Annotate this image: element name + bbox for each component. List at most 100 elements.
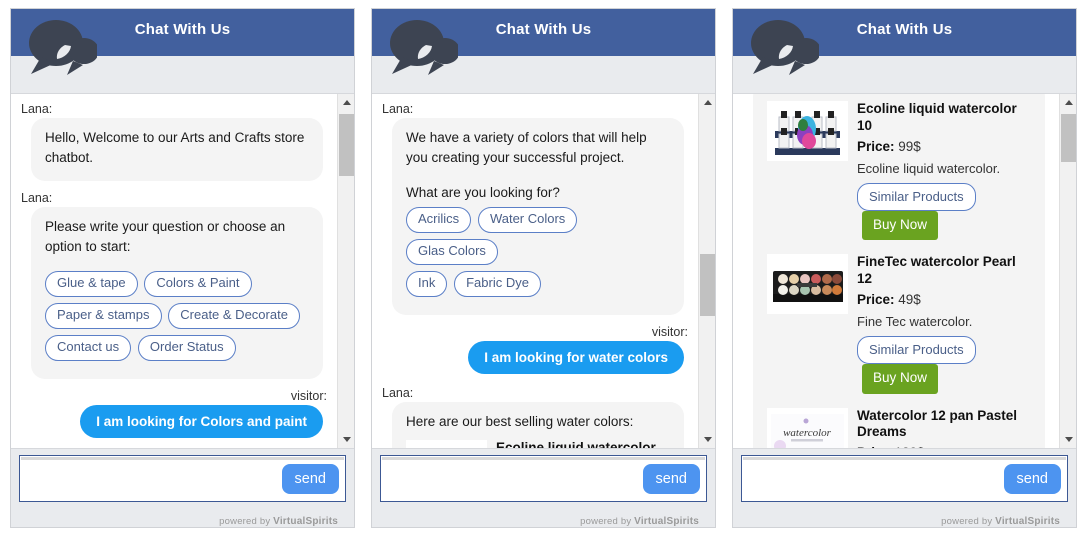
composer: send powered by VirtualSpirits — [733, 449, 1076, 527]
chat-body: Ecoline liquid watercolor 10 Price: 99$ … — [733, 93, 1076, 449]
option-glue-tape[interactable]: Glue & tape — [45, 271, 138, 297]
screenshot-stage: Chat With Us Lana: Hello, Welcome to our… — [0, 0, 1083, 539]
scroll-down-arrow-icon[interactable] — [699, 431, 715, 448]
ink-bottles-photo — [767, 101, 848, 161]
buy-now-button[interactable]: Buy Now — [862, 211, 939, 241]
chat-header: Chat With Us — [733, 9, 1076, 56]
option-glas-colors[interactable]: Glas Colors — [406, 238, 498, 265]
option-water-colors[interactable]: Water Colors — [477, 206, 578, 233]
header-subbar — [11, 56, 354, 93]
option-contact-us[interactable]: Contact us — [45, 334, 132, 361]
brand-name: VirtualSpirits — [995, 516, 1060, 527]
bot-message-text: Please write your question or choose an … — [45, 218, 286, 254]
visitor-message: I am looking for Colors and paint — [80, 404, 323, 438]
message-input-box: send — [380, 455, 707, 502]
bot-message: We have a variety of colors that will he… — [392, 118, 684, 315]
price-value: 120$ — [895, 445, 925, 448]
header-subbar — [372, 56, 715, 93]
scroll-up-arrow-icon[interactable] — [699, 94, 715, 111]
option-create-decorate[interactable]: Create & Decorate — [168, 302, 300, 329]
product-card: Ecoline liquid watercolor 10 Price: 99$ … — [406, 439, 670, 448]
similar-products-button[interactable]: Similar Products — [857, 335, 976, 365]
scrollbar-thumb[interactable] — [700, 254, 715, 316]
sender-label-visitor: visitor: — [290, 388, 327, 403]
bot-question-text: What are you looking for? — [406, 184, 560, 200]
bot-message: Please write your question or choose an … — [31, 206, 323, 379]
sender-label: Lana: — [21, 102, 53, 116]
price-value: 49$ — [894, 292, 921, 307]
visitor-message-row: I am looking for water colors — [380, 340, 690, 384]
brand-name: VirtualSpirits — [273, 516, 338, 527]
powered-by: powered by VirtualSpirits — [380, 502, 707, 527]
option-ink[interactable]: Ink — [406, 270, 448, 297]
bot-product-message: Ecoline liquid watercolor 10 Price: 99$ … — [753, 94, 1045, 448]
bot-product-message: Here are our best selling water colors: — [392, 401, 684, 448]
similar-products-button[interactable]: Similar Products — [857, 182, 976, 211]
powered-by-text: powered by — [219, 516, 271, 527]
chat-header: Chat With Us — [11, 9, 354, 56]
product-title: Watercolor 12 pan Pastel Dreams — [857, 407, 1018, 440]
bot-message: Hello, Welcome to our Arts and Crafts st… — [31, 118, 323, 181]
option-colors-paint[interactable]: Colors & Paint — [144, 271, 252, 297]
sender-label: Lana: — [21, 190, 53, 205]
message-list-1: Lana: Hello, Welcome to our Arts and Cra… — [11, 94, 337, 448]
chat-scrollbar[interactable] — [1059, 94, 1076, 448]
visitor-message-row: I am looking for Colors and paint — [19, 404, 329, 448]
option-order-status[interactable]: Order Status — [137, 334, 236, 361]
powered-by-text: powered by — [580, 516, 632, 527]
scroll-up-arrow-icon[interactable] — [338, 94, 354, 111]
product-actions: Similar Products Buy Now — [857, 182, 1031, 241]
powered-by: powered by VirtualSpirits — [741, 502, 1068, 527]
brand-name: VirtualSpirits — [634, 516, 699, 527]
sender-label: Lana: — [382, 102, 414, 116]
chat-widget-3: Chat With Us Ecoline liquid watercolor 1… — [732, 8, 1077, 528]
message-input-box: send — [19, 455, 346, 502]
option-paper-stamps[interactable]: Paper & stamps — [45, 302, 162, 329]
price-label: Price: — [857, 292, 895, 307]
visitor-message: I am looking for water colors — [468, 340, 684, 374]
pastel-pan-photo: watercolor — [767, 407, 848, 448]
reply-heading: Here are our best selling water colors: — [406, 413, 634, 429]
sender-label-visitor: visitor: — [651, 324, 688, 339]
powered-by: powered by VirtualSpirits — [19, 502, 346, 527]
message-input[interactable] — [742, 471, 1004, 486]
quick-reply-options: Glue & tape Colors & Paint Paper & stamp… — [45, 271, 309, 367]
message-list-3: Ecoline liquid watercolor 10 Price: 99$ … — [733, 94, 1059, 448]
send-button[interactable]: send — [642, 463, 700, 494]
send-button[interactable]: send — [281, 463, 339, 494]
scroll-down-arrow-icon[interactable] — [338, 431, 354, 448]
price-label: Price: — [857, 138, 895, 154]
product-desc: Ecoline liquid watercolor. — [857, 161, 1001, 176]
chat-body: Lana: Hello, Welcome to our Arts and Cra… — [11, 93, 354, 449]
buy-now-button[interactable]: Buy Now — [862, 364, 939, 394]
option-acrilics[interactable]: Acrilics — [406, 206, 472, 233]
option-fabric-dye[interactable]: Fabric Dye — [454, 270, 541, 297]
message-input[interactable] — [381, 471, 643, 486]
chat-scrollbar[interactable] — [698, 94, 715, 448]
message-input[interactable] — [20, 471, 282, 486]
chat-scrollbar[interactable] — [337, 94, 354, 448]
send-button[interactable]: send — [1003, 463, 1061, 494]
composer: send powered by VirtualSpirits — [11, 449, 354, 527]
powered-by-text: powered by — [941, 516, 993, 527]
bot-intro-text: We have a variety of colors that will he… — [406, 130, 647, 166]
product-title: Ecoline liquid watercolor 10 — [496, 439, 656, 448]
chat-title: Chat With Us — [134, 21, 231, 38]
product-card: Ecoline liquid watercolor 10 Price: 99$ … — [767, 101, 1031, 241]
price-label: Price: — [857, 445, 895, 448]
scrollbar-thumb[interactable] — [339, 114, 354, 176]
scrollbar-thumb[interactable] — [1061, 114, 1076, 162]
chat-body: Lana: We have a variety of colors that w… — [372, 93, 715, 449]
header-subbar — [733, 56, 1076, 93]
product-desc: Fine Tec watercolor. — [857, 314, 973, 330]
product-card: FineTec watercolor Pearl 12 Price: 49$ F… — [767, 254, 1031, 394]
chat-title: Chat With Us — [856, 21, 953, 38]
sender-label: Lana: — [382, 385, 414, 400]
scroll-up-arrow-icon[interactable] — [1060, 94, 1076, 111]
quick-reply-options: Acrilics Water Colors Glas Colors Ink Fa… — [406, 206, 670, 303]
chat-title: Chat With Us — [495, 21, 592, 38]
scroll-down-arrow-icon[interactable] — [1060, 431, 1076, 448]
ink-bottles-photo — [406, 439, 487, 448]
chat-widget-2: Chat With Us Lana: We have a variety of … — [371, 8, 716, 528]
message-input-box: send — [741, 455, 1068, 502]
